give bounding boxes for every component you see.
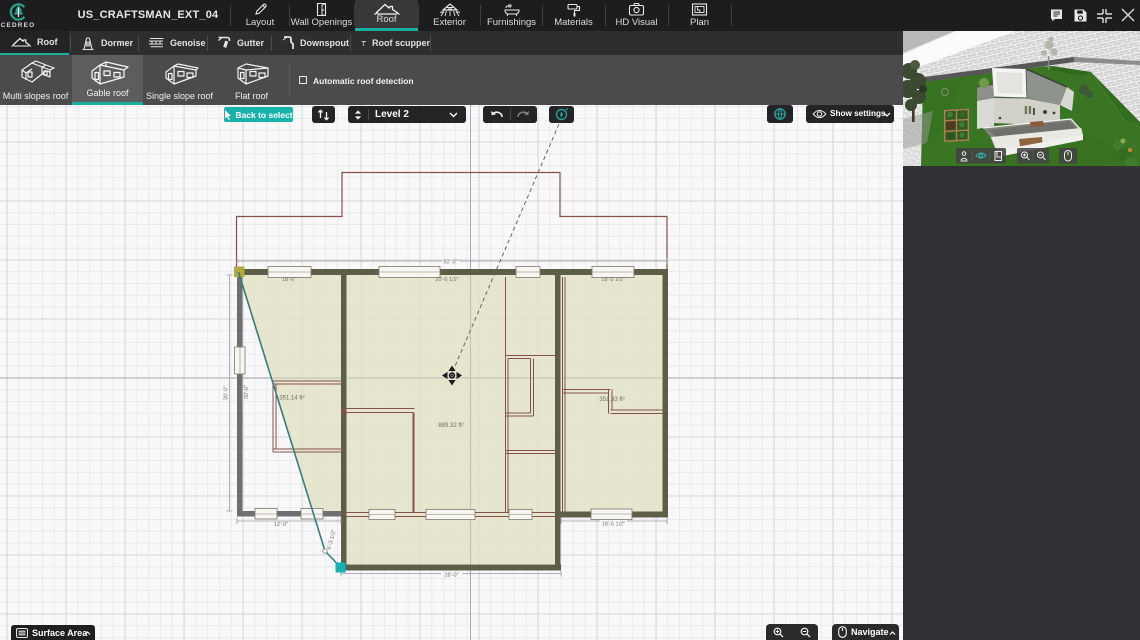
svg-text:6'-3 1/2": 6'-3 1/2" [326, 529, 337, 550]
svg-text:20'-6 1/2": 20'-6 1/2" [435, 277, 459, 283]
svg-text:CEDREO: CEDREO [1, 22, 36, 29]
svg-text:28'-0": 28'-0" [444, 573, 458, 579]
svg-text:18'-5 1/2": 18'-5 1/2" [602, 522, 626, 528]
svg-text:351.33 ft²: 351.33 ft² [599, 397, 624, 403]
svg-text:92'-0": 92'-0" [443, 259, 457, 265]
svg-text:18'-6": 18'-6" [282, 277, 296, 283]
svg-text:889.32 ft²: 889.32 ft² [438, 423, 463, 429]
svg-text:30'-0": 30'-0" [244, 385, 250, 399]
svg-text:30'-0": 30'-0" [224, 386, 230, 400]
svg-text:12'-0": 12'-0" [274, 522, 288, 528]
svg-text:351.14 ft²: 351.14 ft² [279, 396, 304, 402]
svg-text:18'-5 1/2": 18'-5 1/2" [601, 277, 625, 283]
